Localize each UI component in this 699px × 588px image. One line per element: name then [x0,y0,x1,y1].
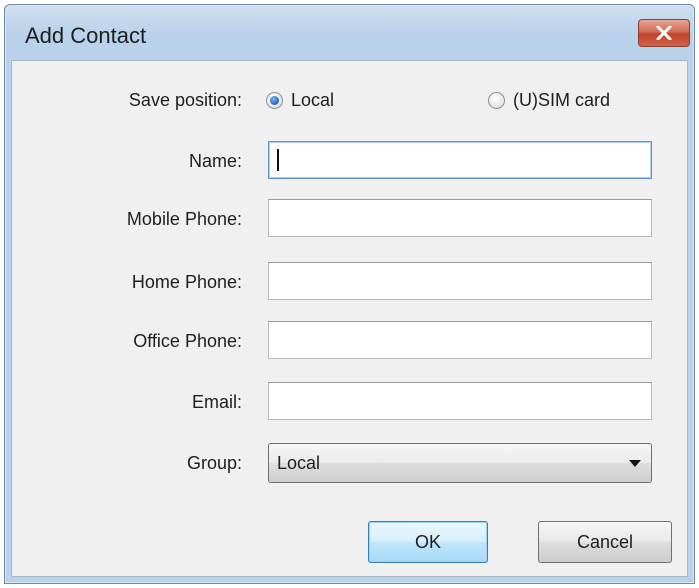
group-label: Group: [186,453,242,473]
group-select[interactable]: Local [268,443,652,483]
window-title: Add Contact [25,23,147,48]
cancel-button[interactable]: Cancel [538,521,672,563]
name-field[interactable] [268,141,652,179]
email-field[interactable] [268,382,652,420]
mobile-phone-label: Mobile Phone: [126,209,242,229]
mobile-phone-field[interactable] [268,199,652,237]
save-position-label: Save position: [128,90,242,110]
close-button[interactable] [638,19,690,47]
radio-usim-label: (U)SIM card [513,90,611,110]
radio-local-label: Local [291,90,335,110]
group-selected-value: Local [277,453,321,473]
office-phone-field[interactable] [268,321,652,359]
dropdown-arrow-icon[interactable] [629,460,641,467]
ok-button[interactable]: OK [368,521,488,563]
radio-local-indicator[interactable] [266,92,283,109]
radio-usim-card[interactable]: (U)SIM card [488,90,610,111]
office-phone-label: Office Phone: [133,331,242,351]
radio-local[interactable]: Local [266,90,334,111]
text-caret [277,149,279,172]
home-phone-label: Home Phone: [131,272,242,292]
home-phone-field[interactable] [268,262,652,300]
name-label: Name: [188,151,242,171]
email-label: Email: [191,392,242,412]
radio-usim-indicator[interactable] [488,92,505,109]
dialog-body: Save position: Local (U)SIM card Name: M… [11,60,688,577]
add-contact-dialog: Add Contact Save position: Local (U)SIM … [4,4,695,584]
title-bar: Add Contact [5,5,694,65]
close-icon [656,26,672,40]
